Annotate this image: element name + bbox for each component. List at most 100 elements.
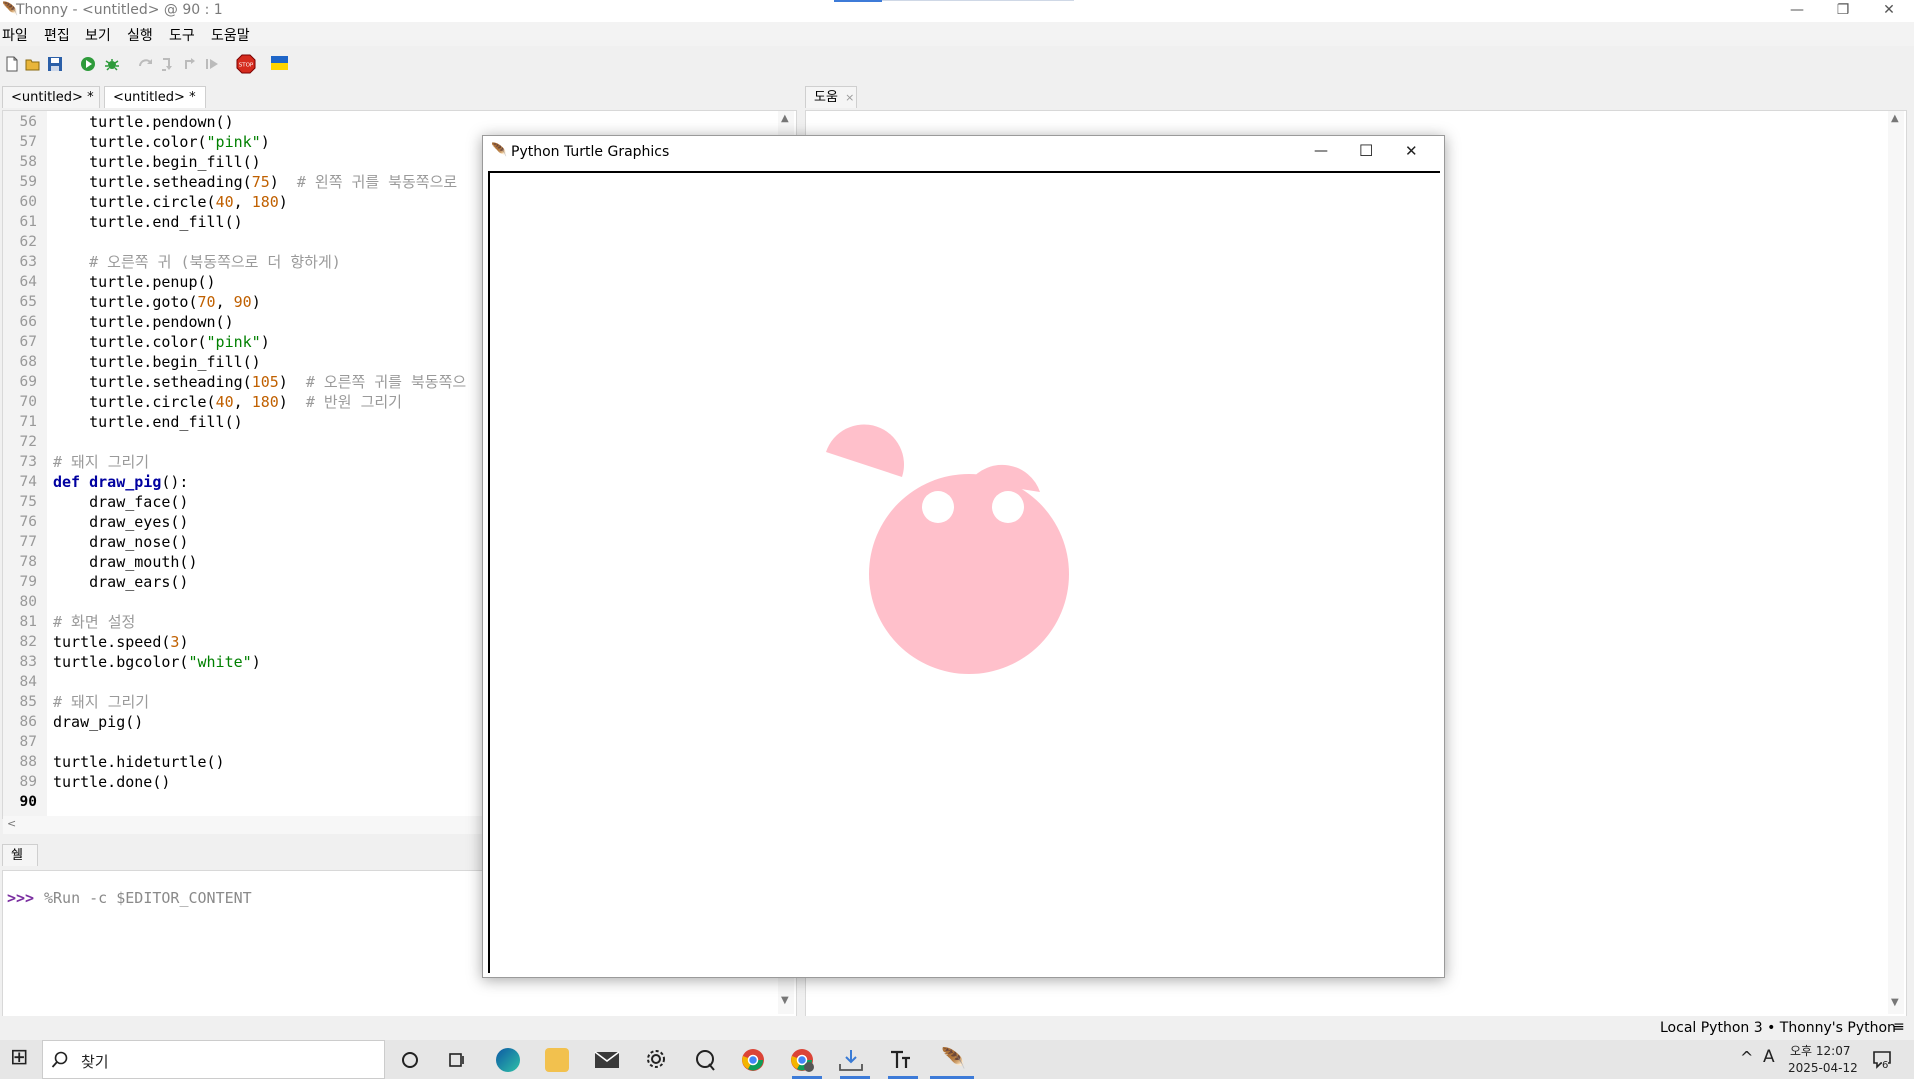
code-line[interactable]: # 돼지 그리기 (53, 692, 149, 712)
open-file-icon[interactable] (25, 56, 41, 72)
settings-gear-icon[interactable] (645, 1048, 667, 1070)
code-line[interactable]: turtle.pendown() (53, 312, 234, 332)
code-line[interactable]: turtle.goto(70, 90) (53, 292, 261, 312)
tab-close-icon[interactable]: × (845, 91, 854, 104)
save-icon[interactable] (47, 56, 63, 72)
step-into-icon[interactable] (160, 56, 176, 72)
font-app-icon[interactable] (888, 1048, 912, 1072)
tab-untitled-1[interactable]: <untitled> * × (2, 86, 100, 126)
clock-time[interactable]: 오후 12:07 (1790, 1042, 1850, 1059)
step-over-icon[interactable] (138, 56, 154, 72)
tab-shell[interactable]: 쉘 × (2, 844, 38, 884)
thonny-taskbar-icon[interactable]: 🪶 (941, 1046, 966, 1070)
chrome-profile-icon[interactable] (790, 1048, 814, 1072)
scroll-left-icon[interactable]: < (7, 817, 16, 830)
turtle-maximize-button[interactable]: ☐ (1359, 141, 1373, 160)
line-number: 72 (19, 434, 37, 450)
code-line[interactable]: turtle.circle(40, 180) (53, 192, 288, 212)
new-file-icon[interactable] (4, 56, 20, 72)
code-line[interactable]: turtle.speed(3) (53, 632, 188, 652)
code-line[interactable]: turtle.end_fill() (53, 412, 243, 432)
step-out-icon[interactable] (182, 56, 198, 72)
code-line[interactable]: draw_mouth() (53, 552, 197, 572)
turtle-minimize-button[interactable]: — (1314, 143, 1328, 159)
close-button[interactable]: ✕ (1866, 0, 1912, 22)
ukraine-flag-icon[interactable] (271, 56, 288, 70)
status-menu-icon[interactable]: ≡ (1893, 1019, 1905, 1035)
feedback-icon[interactable] (693, 1048, 717, 1072)
code-line[interactable]: turtle.setheading(75) # 왼쪽 귀를 북동쪽으로 (53, 172, 457, 192)
turtle-graphics-window[interactable]: 🪶 Python Turtle Graphics — ☐ ✕ (482, 135, 1445, 978)
edge-icon[interactable] (496, 1048, 520, 1072)
code-line[interactable]: draw_pig() (53, 712, 143, 732)
clock-date[interactable]: 2025-04-12 (1788, 1061, 1858, 1075)
code-line[interactable]: turtle.begin_fill() (53, 152, 261, 172)
menu-edit[interactable]: 편집 (44, 25, 70, 45)
tab-label: <untitled> * (11, 90, 94, 105)
scroll-up-icon[interactable]: ▲ (1891, 113, 1899, 124)
code-line[interactable]: turtle.circle(40, 180) # 반원 그리기 (53, 392, 402, 412)
code-line[interactable]: draw_eyes() (53, 512, 188, 532)
minimize-button[interactable]: — (1774, 0, 1820, 22)
code-line[interactable]: draw_nose() (53, 532, 188, 552)
tab-help[interactable]: 도움 × (805, 86, 857, 108)
mail-icon[interactable] (594, 1050, 620, 1070)
title-bar: 🪶 Thonny - <untitled> @ 90 : 1 — ❐ ✕ (0, 0, 1914, 22)
tab-untitled-2[interactable]: <untitled> * × (104, 86, 206, 126)
tray-overflow-icon[interactable]: ^ (1740, 1048, 1753, 1067)
editor-horizontal-scrollbar[interactable]: < (3, 816, 483, 834)
taskbar-search-box[interactable]: 찾기 (42, 1040, 385, 1079)
line-number: 56 (19, 114, 37, 130)
debug-icon[interactable] (104, 56, 120, 72)
code-line[interactable]: turtle.hideturtle() (53, 752, 225, 772)
code-line[interactable]: turtle.penup() (53, 272, 215, 292)
code-line[interactable]: # 돼지 그리기 (53, 452, 149, 472)
line-number: 58 (19, 154, 37, 170)
cortana-icon[interactable] (400, 1050, 420, 1070)
code-line[interactable]: # 화면 설정 (53, 612, 135, 632)
menu-view[interactable]: 보기 (85, 25, 111, 45)
run-icon[interactable] (80, 56, 96, 72)
code-line[interactable]: # 오른쪽 귀 (북동쪽으로 더 향하게) (53, 252, 341, 272)
downloads-icon[interactable] (838, 1048, 864, 1072)
code-line[interactable]: turtle.color("pink") (53, 132, 270, 152)
line-number: 82 (19, 634, 37, 650)
file-explorer-icon[interactable] (545, 1048, 569, 1072)
scroll-down-icon[interactable]: ▼ (781, 995, 789, 1006)
windows-start-icon[interactable]: ⊞ (10, 1045, 28, 1070)
menu-run[interactable]: 실행 (127, 25, 153, 45)
scroll-down-icon[interactable]: ▼ (1891, 997, 1899, 1008)
feather-icon: 🪶 (491, 143, 508, 158)
code-line[interactable]: turtle.done() (53, 772, 170, 792)
interpreter-selector[interactable]: Local Python 3 • Thonny's Python (1660, 1020, 1896, 1036)
code-line[interactable]: def draw_pig(): (53, 472, 188, 492)
title-accent (834, 0, 882, 2)
code-line[interactable]: turtle.pendown() (53, 112, 234, 132)
menu-file[interactable]: 파일 (2, 25, 28, 45)
line-number: 84 (19, 674, 37, 690)
menu-help[interactable]: 도움말 (211, 25, 250, 45)
toolbar: STOP (0, 47, 1914, 83)
code-line[interactable]: turtle.color("pink") (53, 332, 270, 352)
restore-button[interactable]: ❐ (1820, 0, 1866, 22)
ime-indicator[interactable]: A (1763, 1047, 1775, 1067)
scroll-up-icon[interactable]: ▲ (781, 113, 789, 124)
chrome-icon[interactable] (741, 1048, 765, 1072)
line-number: 87 (19, 734, 37, 750)
notification-count: 6 (1882, 1060, 1889, 1071)
code-line[interactable]: turtle.begin_fill() (53, 352, 261, 372)
code-line[interactable]: draw_ears() (53, 572, 188, 592)
turtle-close-button[interactable]: ✕ (1405, 142, 1418, 160)
code-line[interactable]: turtle.end_fill() (53, 212, 243, 232)
task-view-icon[interactable] (447, 1050, 467, 1070)
resume-icon[interactable] (204, 56, 220, 72)
help-scrollbar[interactable]: ▲ ▼ (1888, 111, 1904, 1014)
search-placeholder: 찾기 (81, 1053, 109, 1071)
code-line[interactable]: turtle.bgcolor("white") (53, 652, 261, 672)
line-number: 63 (19, 254, 37, 270)
turtle-title-bar[interactable]: 🪶 Python Turtle Graphics — ☐ ✕ (483, 136, 1444, 170)
code-line[interactable]: turtle.setheading(105) # 오른쪽 귀를 북동쪽으 (53, 372, 466, 392)
menu-tools[interactable]: 도구 (169, 25, 195, 45)
code-line[interactable]: draw_face() (53, 492, 188, 512)
stop-icon[interactable]: STOP (236, 54, 256, 74)
